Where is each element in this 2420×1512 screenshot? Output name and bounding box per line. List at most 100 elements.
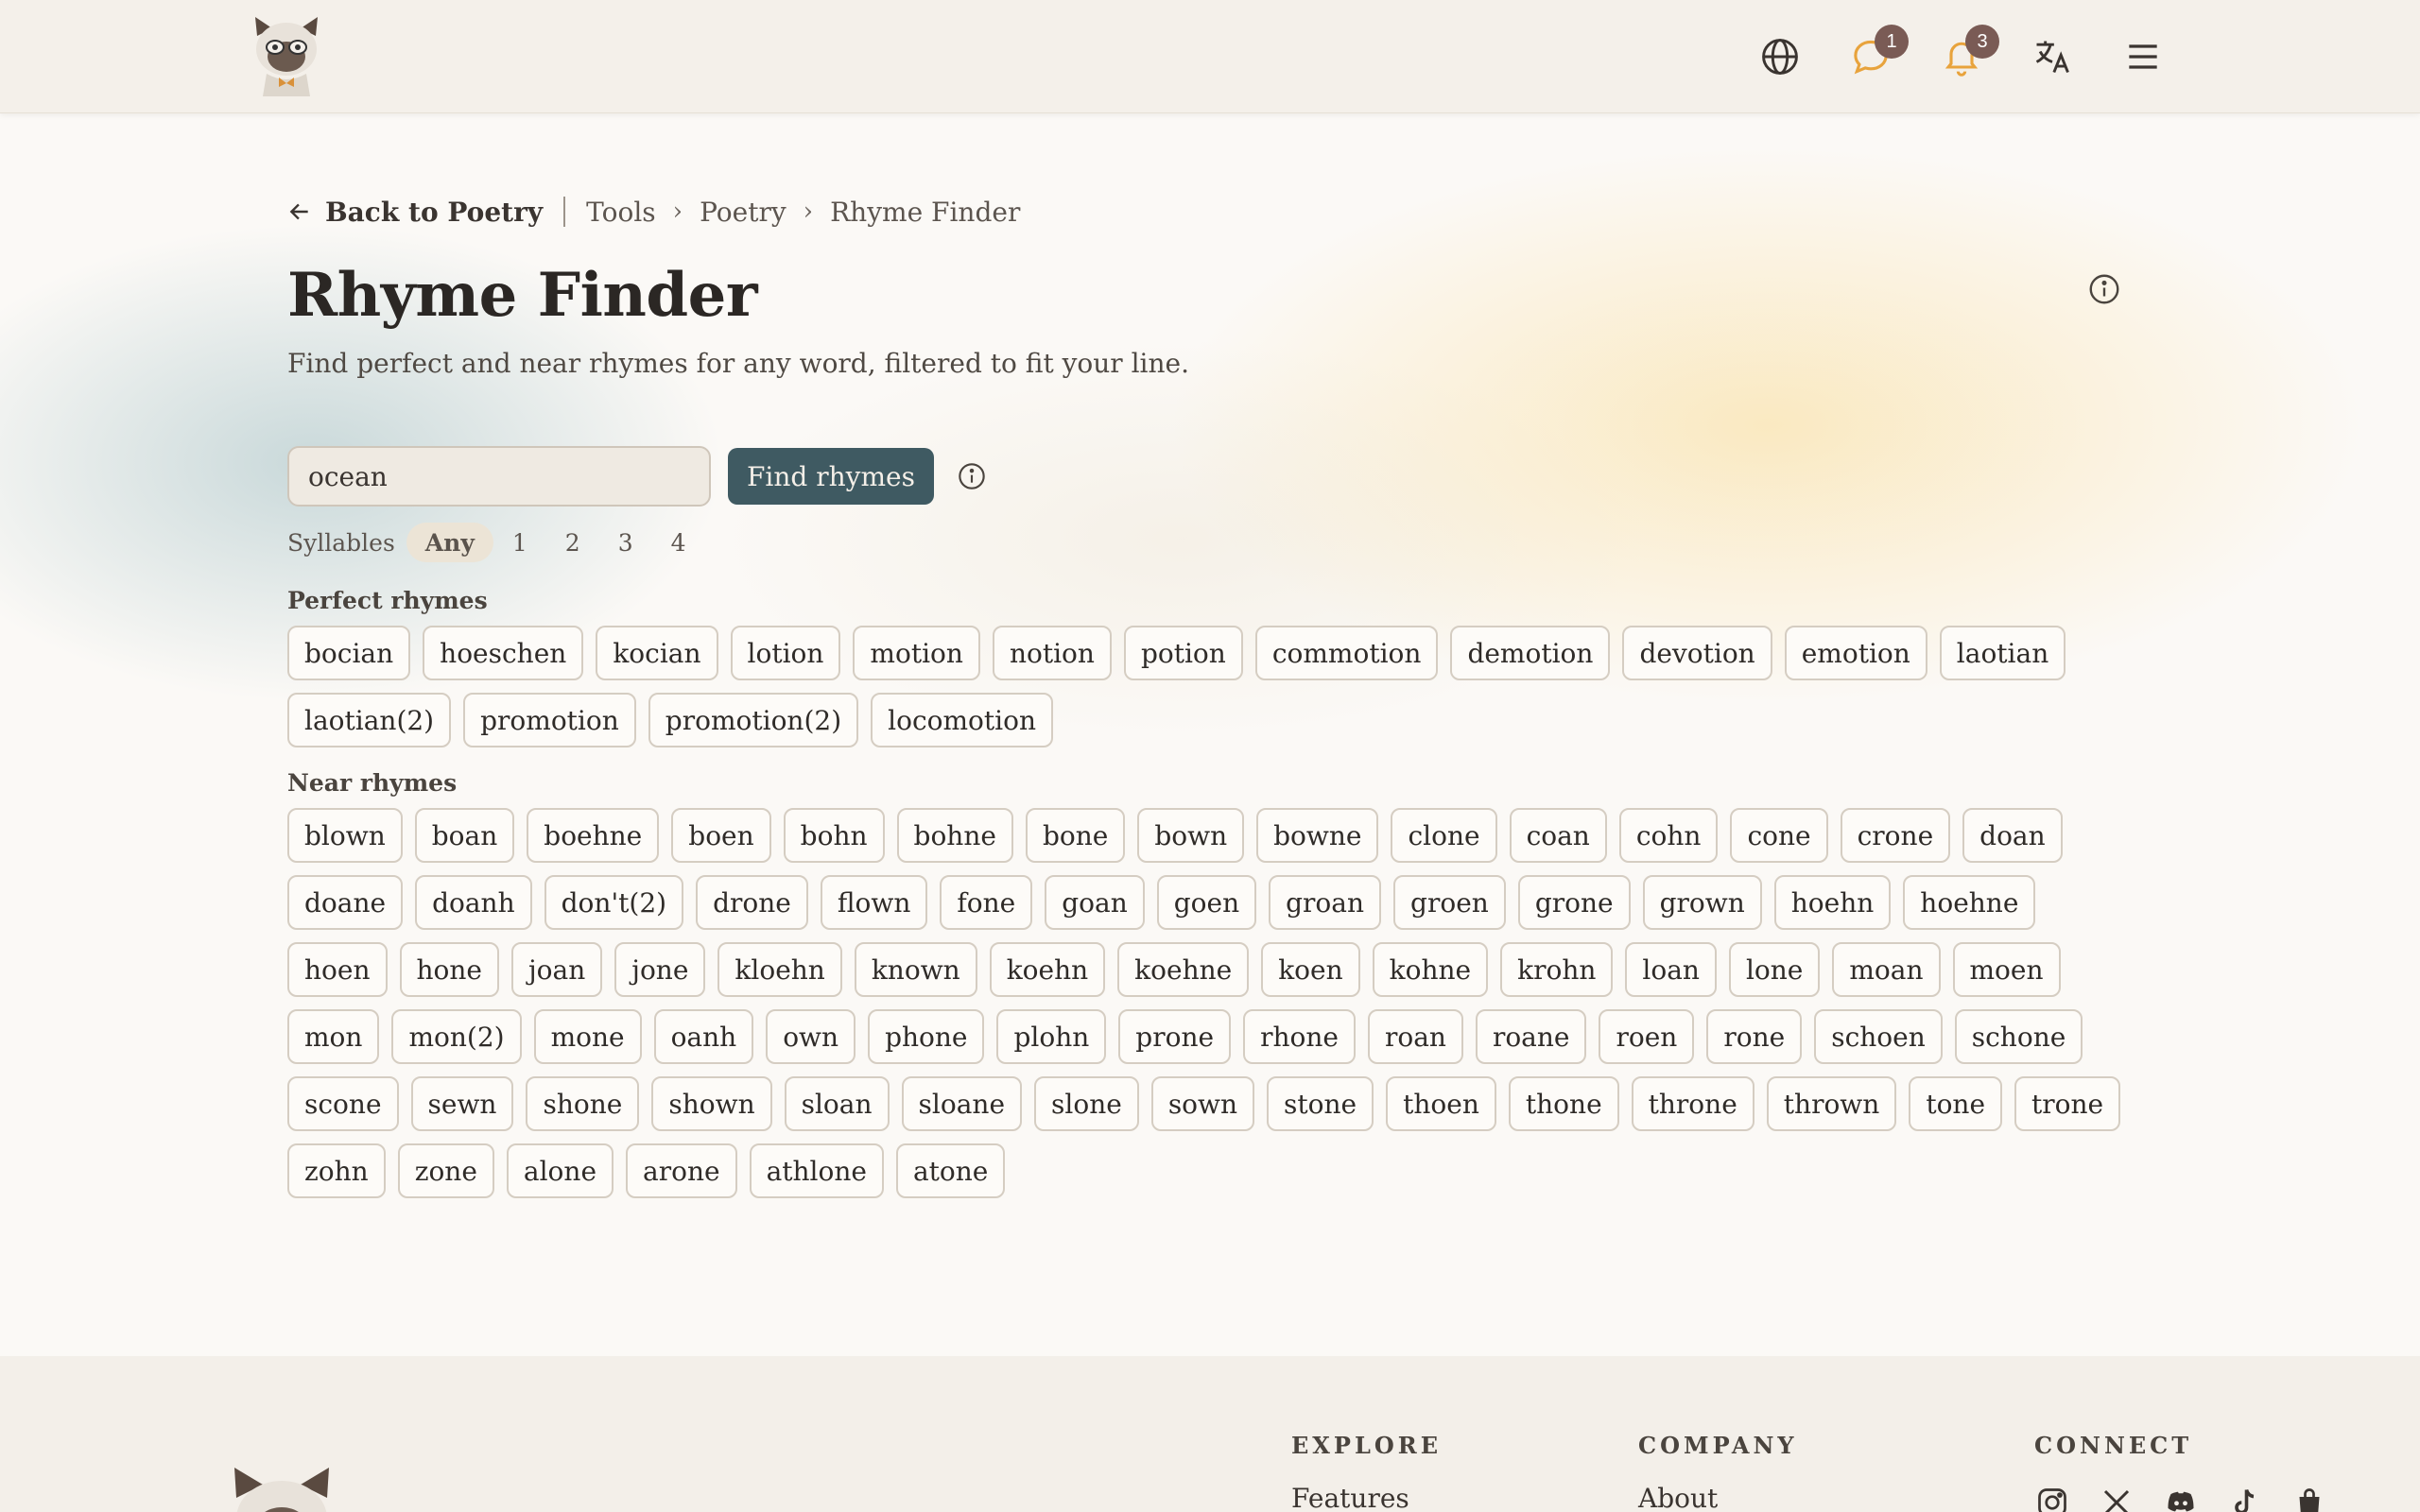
perfect-rhyme-chip[interactable]: motion (853, 626, 980, 680)
near-rhyme-chip[interactable]: moan (1832, 942, 1941, 997)
syllable-option-3[interactable]: 3 (599, 523, 652, 562)
near-rhyme-chip[interactable]: blown (287, 808, 403, 863)
near-rhyme-chip[interactable]: doan (1962, 808, 2063, 863)
tiktok-icon[interactable] (2227, 1485, 2263, 1512)
near-rhyme-chip[interactable]: boehne (527, 808, 660, 863)
globe-icon[interactable] (1752, 28, 1808, 85)
near-rhyme-chip[interactable]: bowne (1256, 808, 1379, 863)
perfect-rhyme-chip[interactable]: kocian (596, 626, 718, 680)
footer-link-features[interactable]: Features (1291, 1483, 1442, 1512)
near-rhyme-chip[interactable]: athlone (749, 1143, 884, 1198)
near-rhyme-chip[interactable]: kohne (1372, 942, 1489, 997)
near-rhyme-chip[interactable]: groan (1269, 875, 1382, 930)
near-rhyme-chip[interactable]: rhone (1243, 1009, 1356, 1064)
near-rhyme-chip[interactable]: schone (1954, 1009, 2083, 1064)
near-rhyme-chip[interactable]: oanh (653, 1009, 754, 1064)
near-rhyme-chip[interactable]: alone (506, 1143, 614, 1198)
near-rhyme-chip[interactable]: jone (614, 942, 706, 997)
near-rhyme-chip[interactable]: prone (1118, 1009, 1232, 1064)
footer-link-about[interactable]: About (1638, 1483, 1798, 1512)
near-rhyme-chip[interactable]: arone (626, 1143, 737, 1198)
near-rhyme-chip[interactable]: goan (1045, 875, 1145, 930)
chat-icon[interactable]: 1 (1842, 25, 1909, 85)
breadcrumb-tools[interactable]: Tools (586, 197, 656, 228)
near-rhyme-chip[interactable]: lone (1728, 942, 1821, 997)
instagram-icon[interactable] (2034, 1485, 2070, 1512)
perfect-rhyme-chip[interactable]: promotion(2) (648, 693, 859, 747)
near-rhyme-chip[interactable]: loan (1625, 942, 1717, 997)
perfect-rhyme-chip[interactable]: bocian (287, 626, 411, 680)
near-rhyme-chip[interactable]: joan (511, 942, 603, 997)
near-rhyme-chip[interactable]: bown (1137, 808, 1245, 863)
near-rhyme-chip[interactable]: grone (1517, 875, 1631, 930)
discord-icon[interactable] (2163, 1485, 2199, 1512)
near-rhyme-chip[interactable]: bone (1025, 808, 1126, 863)
near-rhyme-chip[interactable]: flown (820, 875, 928, 930)
near-rhyme-chip[interactable]: coan (1509, 808, 1607, 863)
near-rhyme-chip[interactable]: sloan (784, 1076, 890, 1131)
near-rhyme-chip[interactable]: phone (868, 1009, 985, 1064)
near-rhyme-chip[interactable]: cohn (1618, 808, 1719, 863)
near-rhyme-chip[interactable]: koehne (1117, 942, 1250, 997)
near-rhyme-chip[interactable]: bohne (896, 808, 1013, 863)
near-rhyme-chip[interactable]: drone (696, 875, 808, 930)
near-rhyme-chip[interactable]: roane (1475, 1009, 1587, 1064)
near-rhyme-chip[interactable]: goen (1156, 875, 1257, 930)
syllable-option-4[interactable]: 4 (652, 523, 705, 562)
near-rhyme-chip[interactable]: stone (1267, 1076, 1374, 1131)
near-rhyme-chip[interactable]: zohn (287, 1143, 386, 1198)
perfect-rhyme-chip[interactable]: lotion (730, 626, 841, 680)
near-rhyme-chip[interactable]: clone (1391, 808, 1497, 863)
near-rhyme-chip[interactable]: shone (526, 1076, 640, 1131)
breadcrumb-poetry[interactable]: Poetry (700, 197, 786, 228)
near-rhyme-chip[interactable]: rone (1706, 1009, 1803, 1064)
near-rhyme-chip[interactable]: mon (287, 1009, 380, 1064)
perfect-rhyme-chip[interactable]: locomotion (871, 693, 1053, 747)
near-rhyme-chip[interactable]: hoehne (1903, 875, 2036, 930)
perfect-rhyme-chip[interactable]: notion (992, 626, 1112, 680)
near-rhyme-chip[interactable]: grown (1642, 875, 1762, 930)
near-rhyme-chip[interactable]: bohn (783, 808, 885, 863)
near-rhyme-chip[interactable]: groen (1393, 875, 1506, 930)
near-rhyme-chip[interactable]: boan (414, 808, 515, 863)
bell-icon[interactable]: 3 (1933, 25, 1999, 85)
near-rhyme-chip[interactable]: don't(2) (544, 875, 684, 930)
near-rhyme-chip[interactable]: crone (1840, 808, 1951, 863)
near-rhyme-chip[interactable]: hoehn (1773, 875, 1892, 930)
near-rhyme-chip[interactable]: thrown (1766, 1076, 1897, 1131)
syllable-option-2[interactable]: 2 (546, 523, 599, 562)
near-rhyme-chip[interactable]: fone (940, 875, 1033, 930)
near-rhyme-chip[interactable]: roan (1367, 1009, 1463, 1064)
perfect-rhyme-chip[interactable]: potion (1123, 626, 1243, 680)
near-rhyme-chip[interactable]: kloehn (717, 942, 842, 997)
near-rhyme-chip[interactable]: koehn (989, 942, 1106, 997)
near-rhyme-chip[interactable]: known (854, 942, 977, 997)
syllable-option-1[interactable]: 1 (493, 523, 546, 562)
near-rhyme-chip[interactable]: tone (1909, 1076, 2003, 1131)
near-rhyme-chip[interactable]: scone (287, 1076, 399, 1131)
near-rhyme-chip[interactable]: zone (397, 1143, 494, 1198)
footer-logo-icon[interactable] (227, 1460, 337, 1512)
word-search-input[interactable] (287, 446, 711, 507)
near-rhyme-chip[interactable]: mone (533, 1009, 642, 1064)
near-rhyme-chip[interactable]: sown (1150, 1076, 1255, 1131)
near-rhyme-chip[interactable]: thoen (1386, 1076, 1496, 1131)
near-rhyme-chip[interactable]: throne (1631, 1076, 1754, 1131)
info-icon[interactable] (2087, 272, 2121, 306)
near-rhyme-chip[interactable]: schoen (1814, 1009, 1943, 1064)
near-rhyme-chip[interactable]: slone (1034, 1076, 1139, 1131)
shop-bag-icon[interactable] (2291, 1485, 2327, 1512)
menu-icon[interactable] (2115, 28, 2171, 85)
perfect-rhyme-chip[interactable]: promotion (463, 693, 636, 747)
near-rhyme-chip[interactable]: krohn (1500, 942, 1614, 997)
near-rhyme-chip[interactable]: atone (895, 1143, 1006, 1198)
perfect-rhyme-chip[interactable]: hoeschen (423, 626, 584, 680)
perfect-rhyme-chip[interactable]: devotion (1622, 626, 1772, 680)
near-rhyme-chip[interactable]: mon(2) (391, 1009, 522, 1064)
near-rhyme-chip[interactable]: thone (1508, 1076, 1619, 1131)
perfect-rhyme-chip[interactable]: laotian(2) (287, 693, 452, 747)
back-to-poetry-link[interactable]: Back to Poetry (287, 197, 543, 228)
near-rhyme-chip[interactable]: shown (651, 1076, 772, 1131)
search-info-icon[interactable] (957, 461, 987, 491)
near-rhyme-chip[interactable]: doanh (415, 875, 532, 930)
